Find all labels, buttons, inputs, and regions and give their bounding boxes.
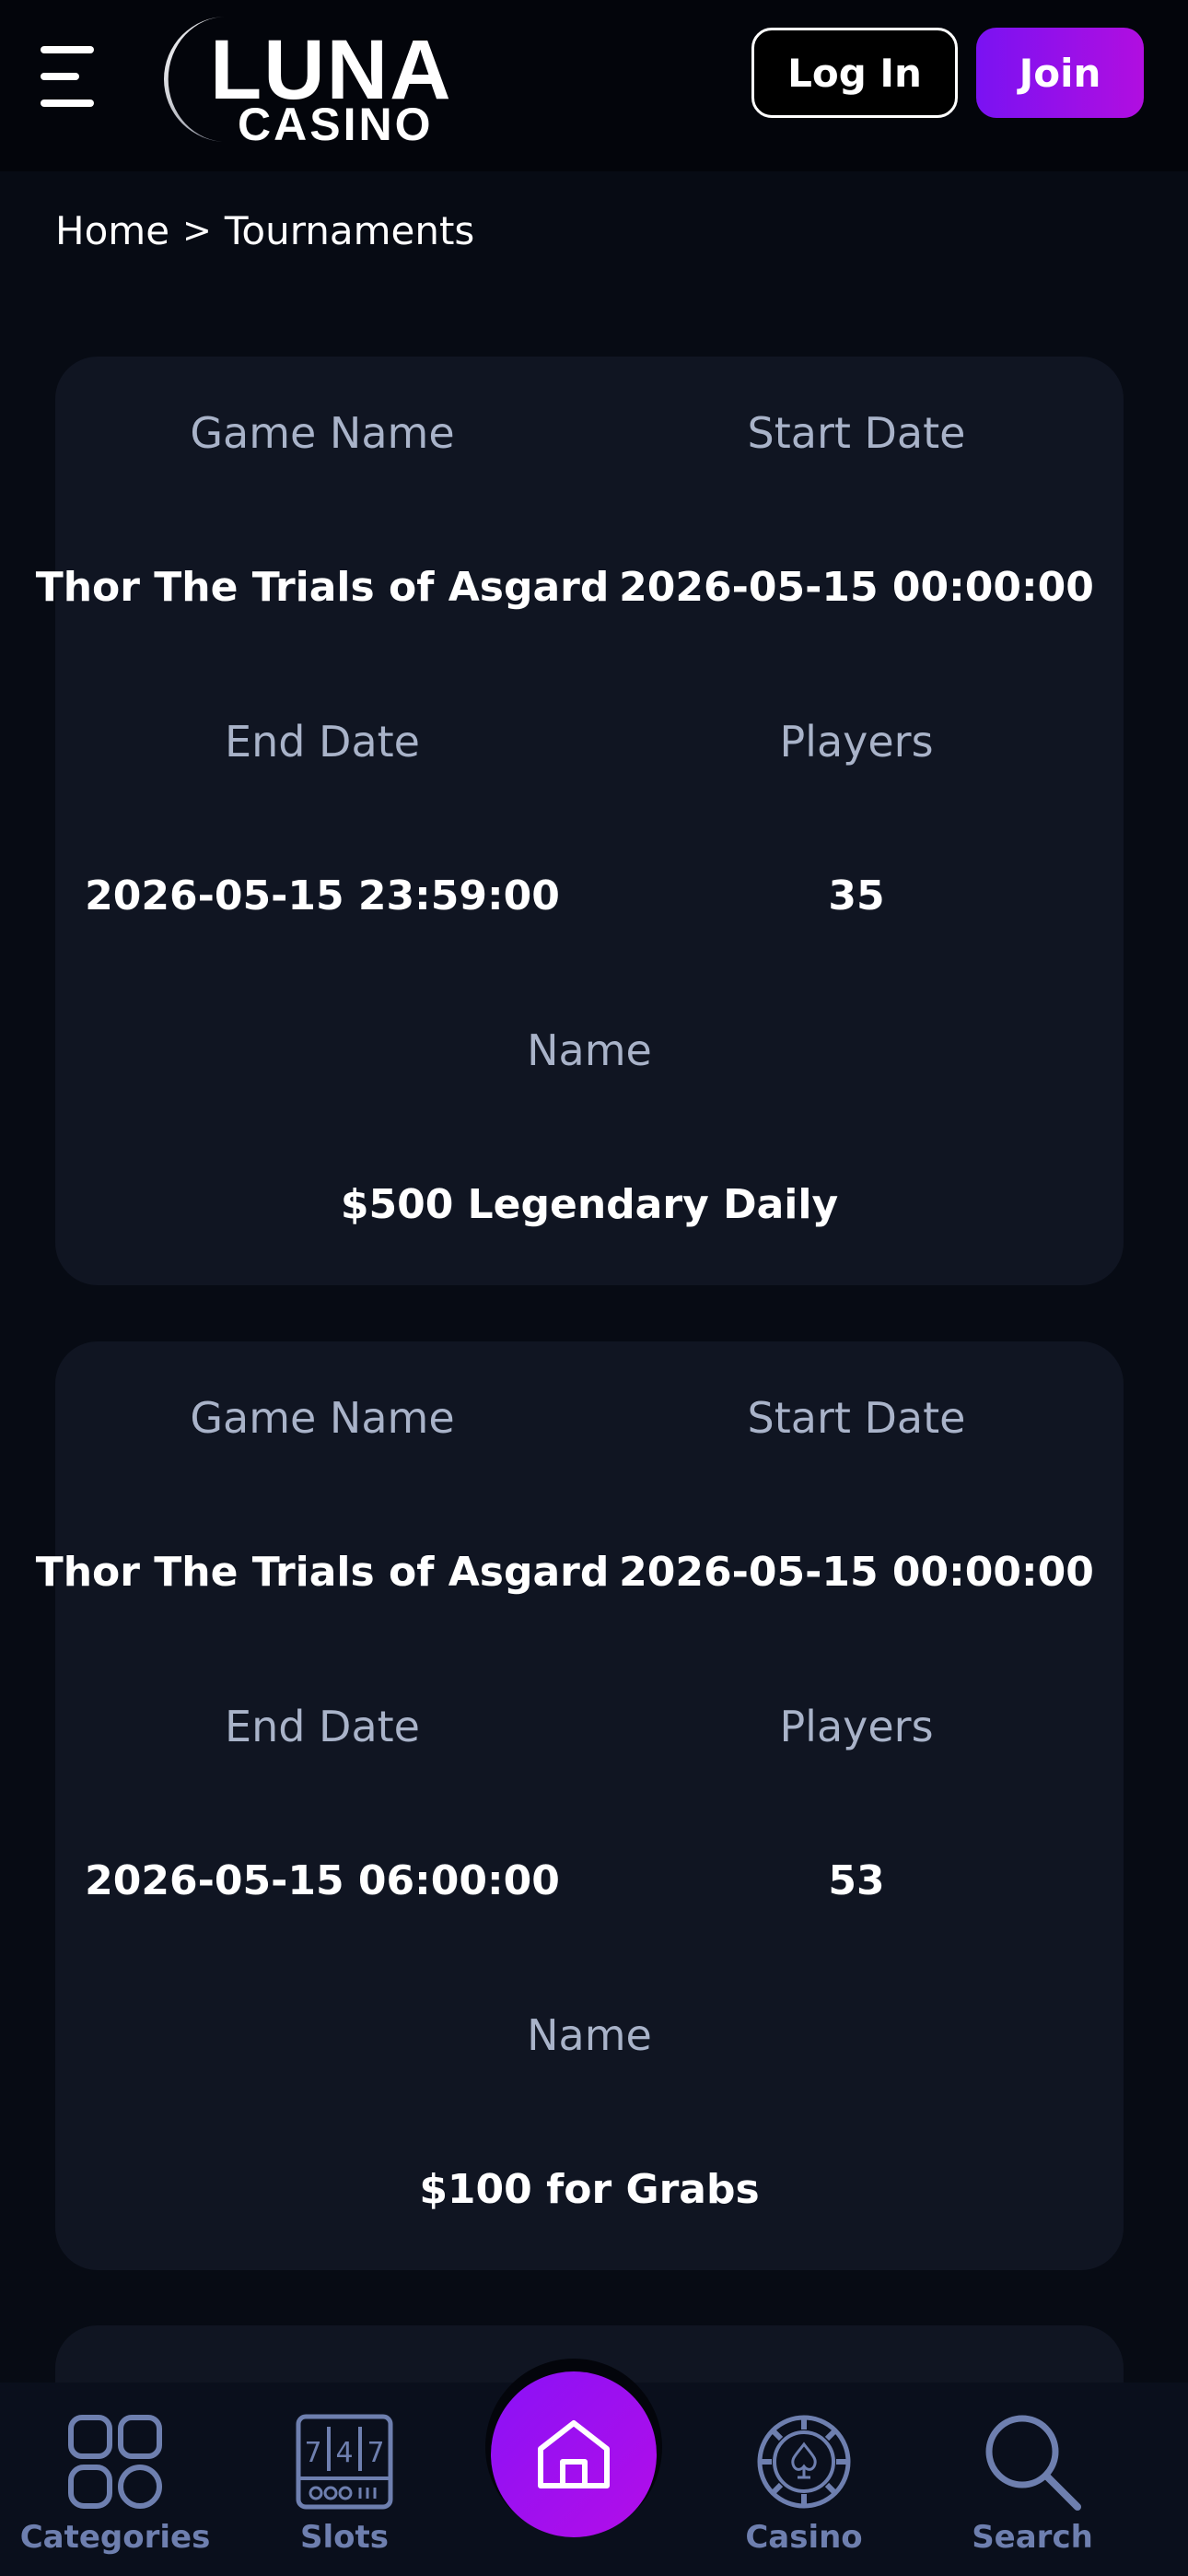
tournament-name-value: $500 Legendary Daily bbox=[340, 1180, 839, 1228]
nav-item-casino[interactable]: Casino bbox=[712, 2383, 896, 2576]
players-label: Players bbox=[779, 717, 934, 767]
players-label: Players bbox=[779, 1702, 934, 1751]
grid-icon bbox=[67, 2410, 163, 2513]
slot-machine-icon: 7 4 7 bbox=[296, 2410, 393, 2513]
tournament-name-value: $100 for Grabs bbox=[419, 2165, 760, 2213]
start-date-label: Start Date bbox=[747, 408, 966, 458]
logo-subtitle: CASINO bbox=[238, 99, 434, 150]
tournament-name-label: Name bbox=[527, 2010, 652, 2060]
game-name-label: Game Name bbox=[190, 1393, 455, 1443]
end-date-value: 2026-05-15 23:59:00 bbox=[85, 872, 560, 919]
start-date-value: 2026-05-15 00:00:00 bbox=[619, 563, 1094, 611]
nav-label-categories: Categories bbox=[19, 2519, 211, 2556]
game-name-label: Game Name bbox=[190, 408, 455, 458]
nav-item-search[interactable]: Search bbox=[940, 2383, 1124, 2576]
start-date-label: Start Date bbox=[747, 1393, 966, 1443]
svg-text:7: 7 bbox=[304, 2437, 321, 2469]
hamburger-menu-icon[interactable] bbox=[41, 46, 98, 107]
breadcrumb: Home > Tournaments bbox=[55, 205, 474, 256]
tournament-card: Game Name Start Date Thor The Trials of … bbox=[36, 357, 1124, 1285]
players-value: 53 bbox=[828, 1856, 885, 1904]
svg-text:7: 7 bbox=[367, 2437, 384, 2469]
home-icon bbox=[538, 2420, 610, 2488]
end-date-label: End Date bbox=[225, 717, 420, 767]
breadcrumb-home-link[interactable]: Home bbox=[55, 208, 169, 253]
header: LUNA CASINO Log In Join bbox=[0, 0, 1188, 171]
nav-item-categories[interactable]: Categories bbox=[20, 2383, 210, 2576]
nav-label-slots: Slots bbox=[300, 2519, 389, 2556]
nav-label-search: Search bbox=[972, 2519, 1093, 2556]
tournament-card: Game Name Start Date Thor The Trials of … bbox=[36, 1341, 1124, 2270]
join-button[interactable]: Join bbox=[976, 28, 1144, 118]
tournament-name-label: Name bbox=[527, 1025, 652, 1075]
luna-casino-logo[interactable]: LUNA CASINO bbox=[162, 13, 457, 151]
nav-label-casino: Casino bbox=[745, 2519, 863, 2556]
search-icon bbox=[982, 2410, 1083, 2513]
breadcrumb-separator: > bbox=[182, 210, 212, 251]
players-value: 35 bbox=[828, 872, 885, 919]
game-name-value: Thor The Trials of Asgard bbox=[35, 563, 610, 611]
home-button[interactable] bbox=[491, 2371, 657, 2537]
end-date-value: 2026-05-15 06:00:00 bbox=[85, 1856, 560, 1904]
end-date-label: End Date bbox=[225, 1702, 420, 1751]
game-name-value: Thor The Trials of Asgard bbox=[35, 1548, 610, 1596]
breadcrumb-current: Tournaments bbox=[224, 207, 475, 253]
start-date-value: 2026-05-15 00:00:00 bbox=[619, 1548, 1094, 1596]
login-button[interactable]: Log In bbox=[751, 28, 958, 118]
svg-text:4: 4 bbox=[335, 2437, 353, 2469]
casino-chip-icon bbox=[755, 2410, 853, 2513]
nav-item-slots[interactable]: 7 4 7 Slots bbox=[252, 2383, 437, 2576]
